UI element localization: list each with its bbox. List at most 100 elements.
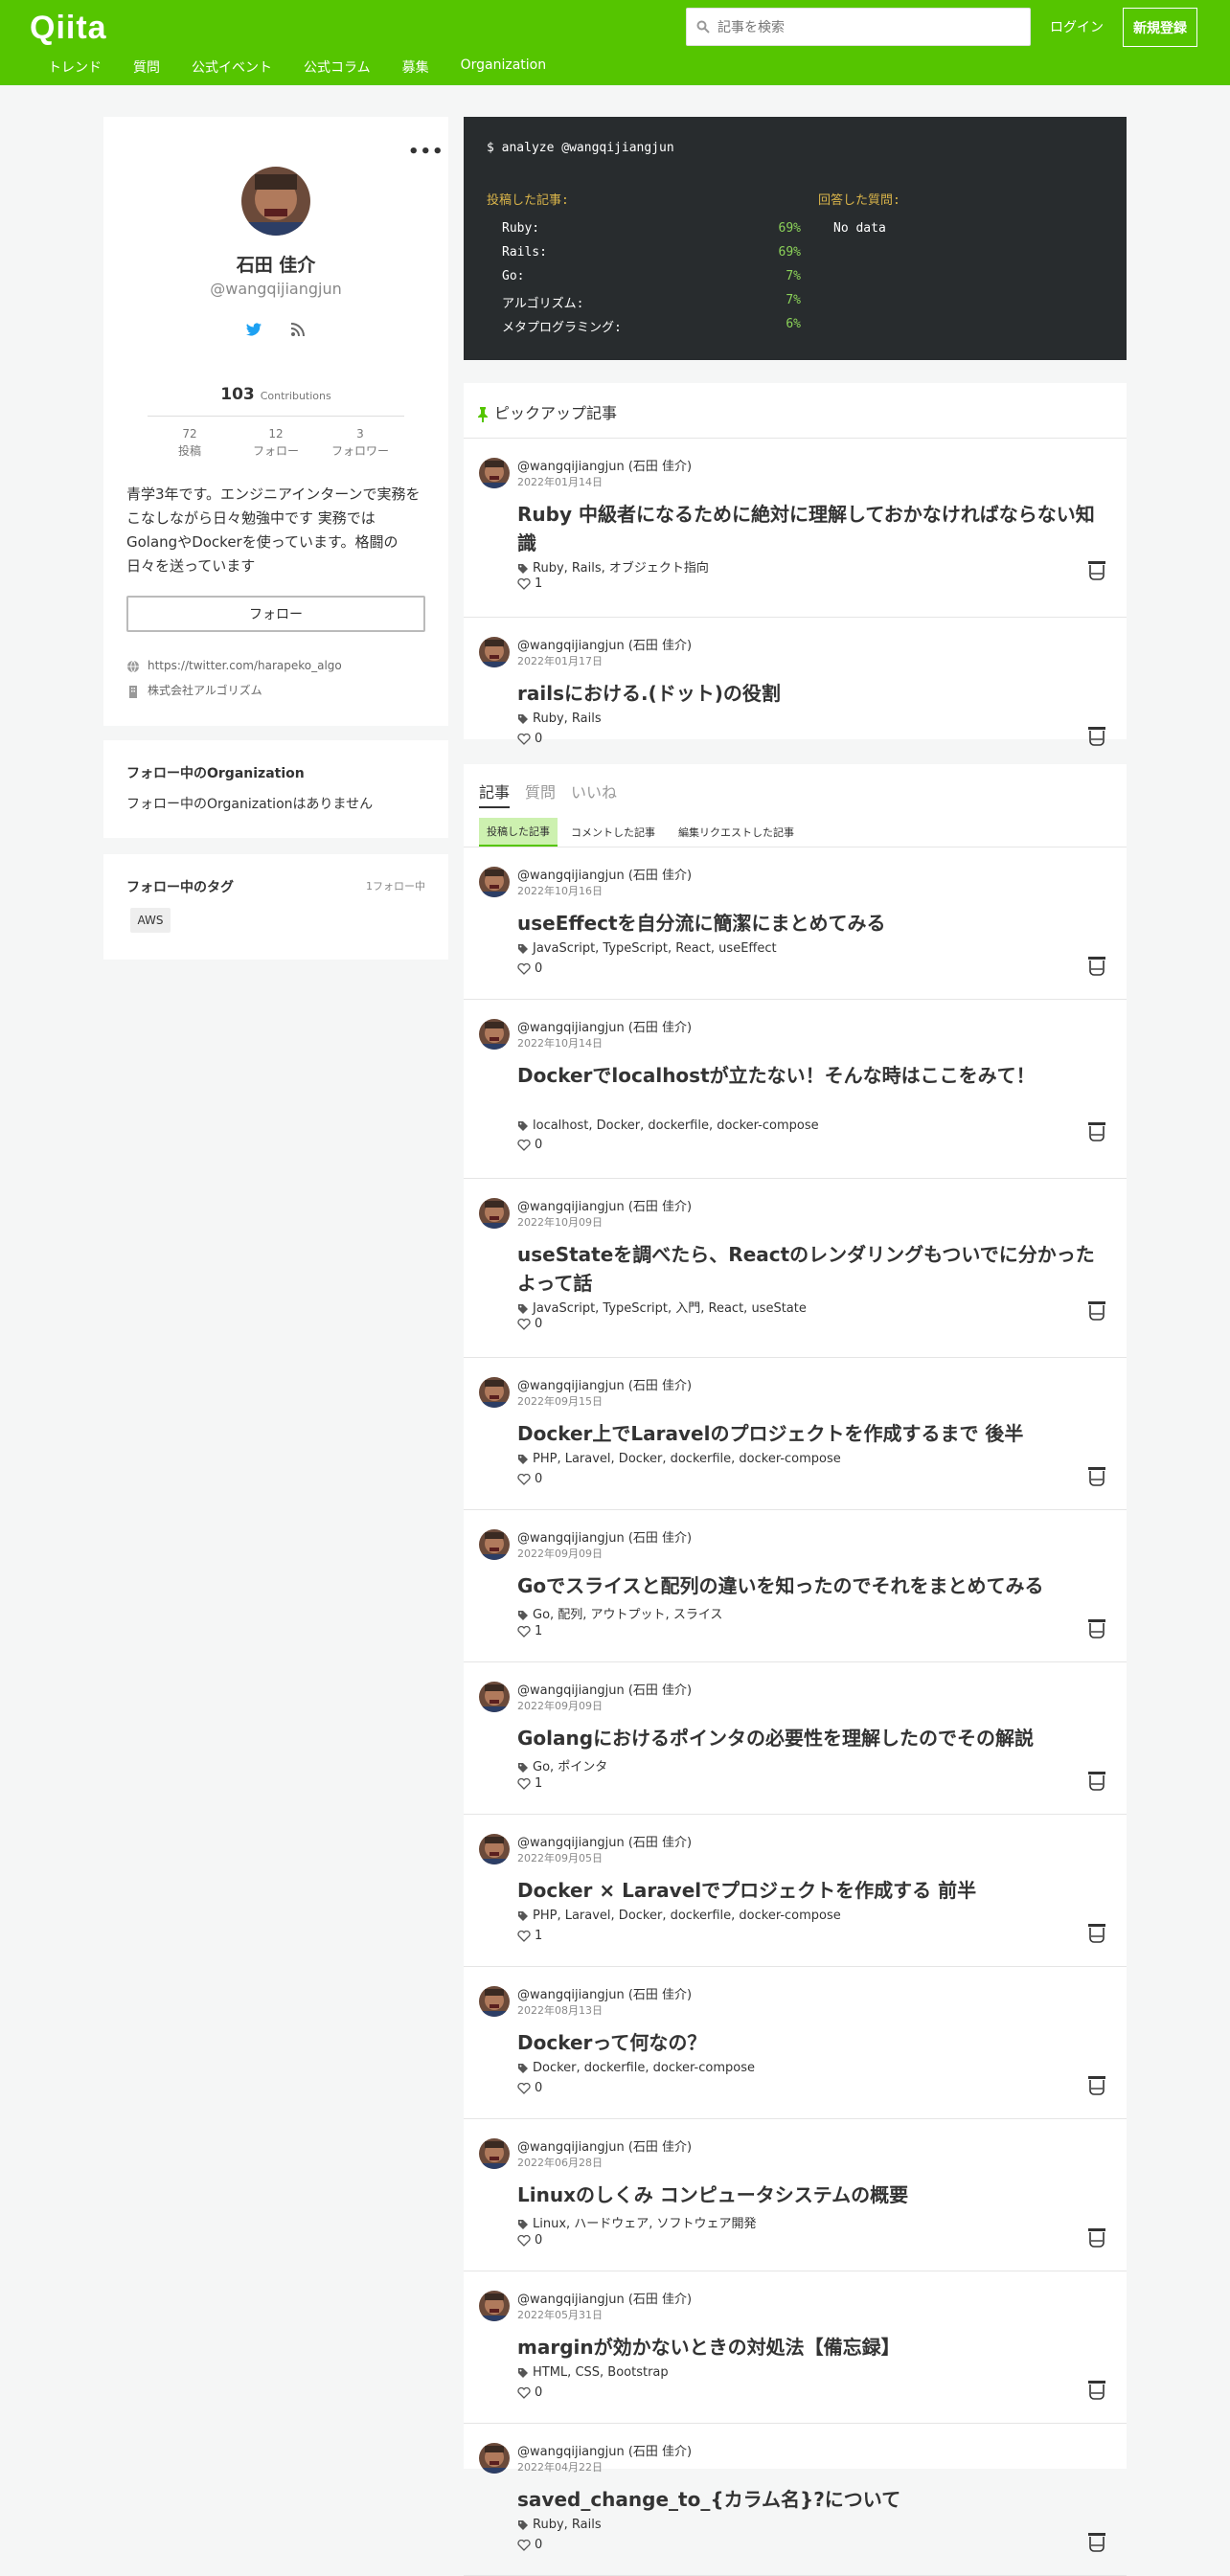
article-title[interactable]: Goでスライスと配列の違いを知ったのでそれをまとめてみる <box>517 1571 1111 1600</box>
stat-followers[interactable]: 3 フォロワー <box>322 425 399 460</box>
article-title[interactable]: Linuxのしくみ コンピュータシステムの概要 <box>517 2181 1111 2209</box>
author-avatar[interactable] <box>479 1986 510 2017</box>
article-author[interactable]: @wangqijiangjun (石田 佳介) <box>517 456 692 474</box>
tag-card-count[interactable]: 1フォロー中 <box>366 878 425 893</box>
article-author[interactable]: @wangqijiangjun (石田 佳介) <box>517 1527 692 1546</box>
follow-button[interactable]: フォロー <box>126 596 425 632</box>
article-tags-text[interactable]: PHP, Laravel, Docker, dockerfile, docker… <box>533 1909 841 1923</box>
article-title[interactable]: useStateを調べたら、Reactのレンダリングもついでに分かったよって話 <box>517 1240 1111 1298</box>
nav-questions[interactable]: 質問 <box>133 57 160 77</box>
heart-icon[interactable] <box>517 2082 531 2094</box>
article-author[interactable]: @wangqijiangjun (石田 佳介) <box>517 2441 692 2459</box>
tab-questions[interactable]: 質問 <box>525 780 556 802</box>
tag-pill[interactable]: AWS <box>130 908 171 933</box>
login-link[interactable]: ログイン <box>1050 17 1104 36</box>
article-author[interactable]: @wangqijiangjun (石田 佳介) <box>517 1375 692 1393</box>
nav-recruit[interactable]: 募集 <box>402 57 429 77</box>
article-tags-text[interactable]: JavaScript, TypeScript, React, useEffect <box>533 941 777 956</box>
search-input[interactable] <box>718 14 1014 41</box>
author-avatar[interactable] <box>479 637 510 667</box>
heart-icon[interactable] <box>517 962 531 975</box>
article-author[interactable]: @wangqijiangjun (石田 佳介) <box>517 1984 692 2002</box>
heart-icon[interactable] <box>517 2386 531 2399</box>
stat-posts[interactable]: 72 投稿 <box>151 425 228 460</box>
author-avatar[interactable] <box>479 1682 510 1712</box>
article-tags-text[interactable]: Ruby, Rails <box>533 712 602 726</box>
website-link[interactable]: https://twitter.com/harapeko_algo <box>148 659 342 672</box>
stock-icon[interactable] <box>1086 2074 1107 2095</box>
subtab-edit-requested[interactable]: 編集リクエストした記事 <box>671 818 802 847</box>
author-avatar[interactable] <box>479 458 510 488</box>
twitter-icon[interactable] <box>244 320 263 339</box>
article-author[interactable]: @wangqijiangjun (石田 佳介) <box>517 1680 692 1698</box>
article-title[interactable]: Docker上でLaravelのプロジェクトを作成するまで 後半 <box>517 1419 1111 1448</box>
nav-official-columns[interactable]: 公式コラム <box>304 57 371 77</box>
heart-icon[interactable] <box>517 1625 531 1638</box>
heart-icon[interactable] <box>517 733 531 745</box>
article-tags-text[interactable]: HTML, CSS, Bootstrap <box>533 2365 669 2380</box>
stock-icon[interactable] <box>1086 559 1107 580</box>
heart-icon[interactable] <box>517 1930 531 1942</box>
article-tags-text[interactable]: Go, ポインタ <box>533 1760 607 1774</box>
article-tags-text[interactable]: Linux, ハードウェア, ソフトウェア開発 <box>533 2217 757 2231</box>
heart-icon[interactable] <box>517 1318 531 1330</box>
author-avatar[interactable] <box>479 1198 510 1229</box>
search-box[interactable] <box>686 8 1031 46</box>
article-author[interactable]: @wangqijiangjun (石田 佳介) <box>517 635 692 653</box>
stock-icon[interactable] <box>1086 2379 1107 2400</box>
article-tags-text[interactable]: localhost, Docker, dockerfile, docker-co… <box>533 1119 819 1133</box>
article-tags-text[interactable]: Docker, dockerfile, docker-compose <box>533 2061 755 2075</box>
nav-trend[interactable]: トレンド <box>48 57 102 77</box>
article-tags-text[interactable]: Go, 配列, アウトプット, スライス <box>533 1608 722 1622</box>
subtab-commented[interactable]: コメントした記事 <box>563 818 663 847</box>
author-avatar[interactable] <box>479 1377 510 1408</box>
heart-icon[interactable] <box>517 1473 531 1485</box>
stock-icon[interactable] <box>1086 725 1107 746</box>
stock-icon[interactable] <box>1086 1299 1107 1321</box>
stat-following[interactable]: 12 フォロー <box>238 425 314 460</box>
subtab-posted[interactable]: 投稿した記事 <box>479 818 558 847</box>
author-avatar[interactable] <box>479 2291 510 2321</box>
article-title[interactable]: Dockerって何なの？ <box>517 2028 1111 2057</box>
heart-icon[interactable] <box>517 2234 531 2247</box>
stock-icon[interactable] <box>1086 1617 1107 1638</box>
stock-icon[interactable] <box>1086 2226 1107 2248</box>
qiita-logo[interactable]: Qiita <box>30 10 107 47</box>
heart-icon[interactable] <box>517 1139 531 1151</box>
heart-icon[interactable] <box>517 577 531 590</box>
tab-likes[interactable]: いいね <box>571 780 617 802</box>
article-author[interactable]: @wangqijiangjun (石田 佳介) <box>517 1196 692 1214</box>
article-title[interactable]: marginが効かないときの対処法【備忘録】 <box>517 2333 1111 2361</box>
article-title[interactable]: Dockerでlocalhostが立たない！そんな時はここをみて！ <box>517 1061 1111 1090</box>
author-avatar[interactable] <box>479 1529 510 1560</box>
article-author[interactable]: @wangqijiangjun (石田 佳介) <box>517 1017 692 1035</box>
stock-icon[interactable] <box>1086 1770 1107 1791</box>
article-tags-text[interactable]: JavaScript, TypeScript, 入門, React, useSt… <box>533 1301 807 1316</box>
more-menu-button[interactable]: ••• <box>408 142 444 162</box>
article-tags-text[interactable]: PHP, Laravel, Docker, dockerfile, docker… <box>533 1452 841 1466</box>
rss-icon[interactable] <box>288 320 308 339</box>
stock-icon[interactable] <box>1086 2531 1107 2552</box>
article-author[interactable]: @wangqijiangjun (石田 佳介) <box>517 2289 692 2307</box>
author-avatar[interactable] <box>479 1834 510 1864</box>
nav-organization[interactable]: Organization <box>461 57 547 77</box>
tab-articles[interactable]: 記事 <box>479 780 511 808</box>
heart-icon[interactable] <box>517 1777 531 1790</box>
stock-icon[interactable] <box>1086 1922 1107 1943</box>
article-title[interactable]: Ruby 中級者になるために絶対に理解しておかなければならない知識 <box>517 500 1111 557</box>
author-avatar[interactable] <box>479 867 510 897</box>
author-avatar[interactable] <box>479 2443 510 2474</box>
profile-website[interactable]: https://twitter.com/harapeko_algo <box>126 659 342 673</box>
article-tags-text[interactable]: Ruby, Rails <box>533 2518 602 2532</box>
article-title[interactable]: railsにおける.(ドット)の役割 <box>517 679 1111 708</box>
author-avatar[interactable] <box>479 1019 510 1050</box>
signup-button[interactable]: 新規登録 <box>1123 8 1197 47</box>
article-title[interactable]: Golangにおけるポインタの必要性を理解したのでその解説 <box>517 1724 1111 1752</box>
article-tags-text[interactable]: Ruby, Rails, オブジェクト指向 <box>533 561 709 576</box>
article-title[interactable]: Docker × Laravelでプロジェクトを作成する 前半 <box>517 1876 1111 1905</box>
article-author[interactable]: @wangqijiangjun (石田 佳介) <box>517 1832 692 1850</box>
heart-icon[interactable] <box>517 2539 531 2551</box>
article-title[interactable]: saved_change_to_{カラム名}?について <box>517 2485 1111 2514</box>
article-author[interactable]: @wangqijiangjun (石田 佳介) <box>517 2136 692 2155</box>
article-author[interactable]: @wangqijiangjun (石田 佳介) <box>517 865 692 883</box>
